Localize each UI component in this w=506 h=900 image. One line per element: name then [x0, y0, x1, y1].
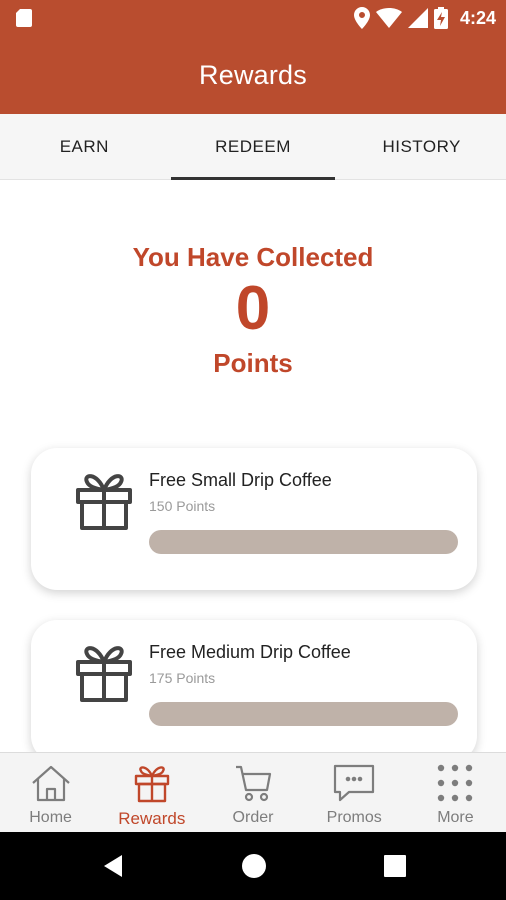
- cell-signal-icon: [407, 8, 428, 28]
- reward-card[interactable]: Free Medium Drip Coffee 175 Points: [31, 620, 477, 762]
- gift-icon: [76, 646, 132, 702]
- reward-cost: 175 Points: [149, 670, 216, 686]
- reward-name: Free Small Drip Coffee: [149, 470, 332, 490]
- tab-history[interactable]: HISTORY: [337, 114, 506, 179]
- tab-label: REDEEM: [215, 136, 291, 156]
- nav-more[interactable]: More: [405, 753, 506, 832]
- chat-icon: [334, 764, 375, 802]
- gift-icon: [134, 766, 169, 803]
- points-summary: You Have Collected 0 Points: [0, 238, 506, 382]
- tab-earn[interactable]: EARN: [0, 114, 169, 179]
- nav-label: Rewards: [118, 809, 186, 828]
- status-time: 4:24: [459, 7, 496, 28]
- points-unit: Points: [213, 348, 293, 378]
- page-title: Rewards: [199, 59, 307, 90]
- nav-order[interactable]: Order: [202, 753, 303, 832]
- points-count: 0: [235, 274, 271, 343]
- recents-icon[interactable]: [381, 852, 409, 880]
- reward-card[interactable]: Free Small Drip Coffee 150 Points: [31, 448, 477, 590]
- cart-icon: [236, 765, 272, 802]
- reward-progress-bar: [149, 530, 458, 554]
- points-heading: You Have Collected: [132, 242, 374, 272]
- status-bar: 4:24: [0, 0, 506, 36]
- home-icon: [31, 765, 70, 802]
- system-nav-bar: [0, 832, 506, 900]
- status-icons: 4:24: [353, 6, 496, 30]
- nav-label: Home: [29, 809, 72, 826]
- reward-cost: 150 Points: [149, 498, 216, 514]
- app-bar: Rewards: [0, 36, 506, 114]
- bottom-nav: Home Rewards Order Promos More: [0, 752, 506, 832]
- nav-label: More: [437, 809, 474, 826]
- tab-label: HISTORY: [382, 136, 461, 156]
- wifi-icon: [375, 8, 402, 28]
- reward-name: Free Medium Drip Coffee: [149, 642, 351, 662]
- tab-label: EARN: [59, 136, 109, 156]
- nav-rewards[interactable]: Rewards: [101, 753, 202, 832]
- reward-progress-bar: [149, 702, 458, 726]
- location-icon: [353, 7, 370, 29]
- nav-home[interactable]: Home: [0, 753, 101, 832]
- sd-card-icon: [16, 9, 32, 27]
- tab-redeem[interactable]: REDEEM: [169, 114, 338, 180]
- nav-label: Order: [232, 809, 274, 826]
- home-circle-icon[interactable]: [240, 852, 268, 880]
- tab-bar: EARN REDEEM HISTORY: [0, 114, 506, 180]
- grid-dots-icon: [438, 764, 473, 802]
- battery-charging-icon: [433, 7, 448, 29]
- nav-promos[interactable]: Promos: [304, 753, 405, 832]
- nav-label: Promos: [326, 809, 382, 826]
- back-icon[interactable]: [100, 852, 128, 880]
- gift-icon: [76, 474, 132, 530]
